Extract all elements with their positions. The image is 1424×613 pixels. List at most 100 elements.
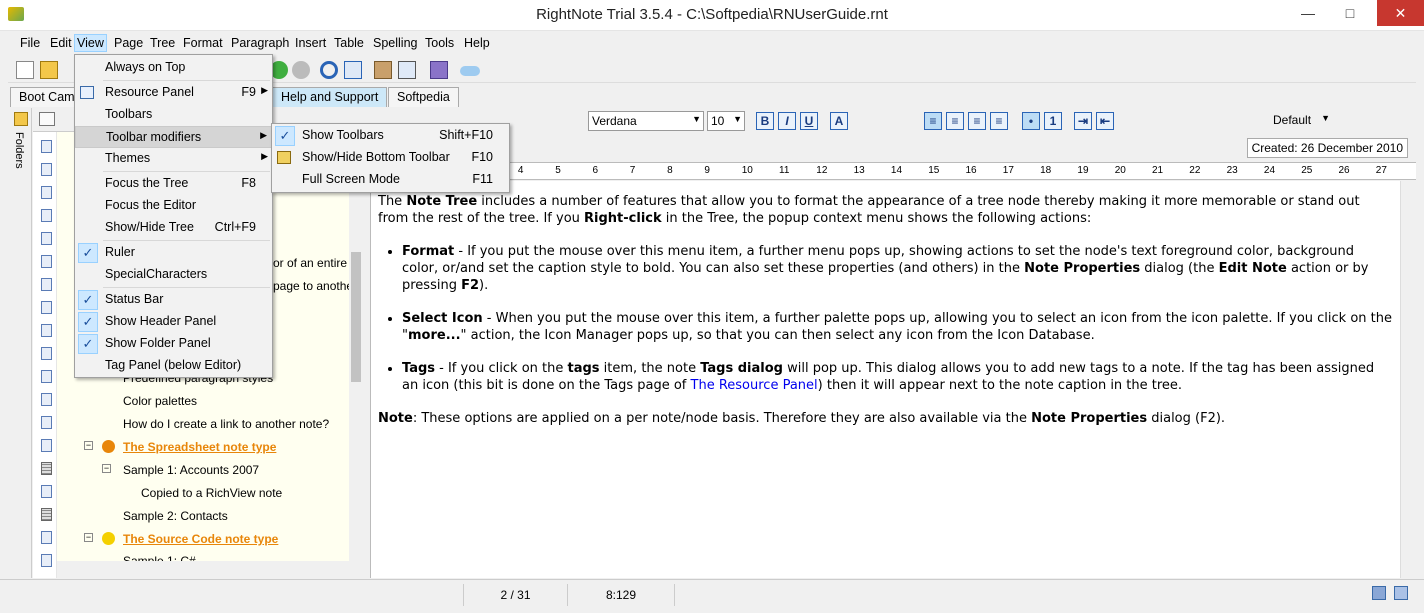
tree-node-source-code[interactable]: The Source Code note type <box>123 532 278 546</box>
menu-page[interactable]: Page <box>114 36 143 50</box>
indent-button[interactable]: ⇥ <box>1074 112 1092 130</box>
outdent-button[interactable]: ⇤ <box>1096 112 1114 130</box>
align-left-button[interactable]: ≡ <box>924 112 942 130</box>
menu-ruler[interactable]: ✓ Ruler <box>75 242 272 264</box>
menu-focus-tree[interactable]: Focus the Tree F8 <box>75 173 272 195</box>
close-icon[interactable]: ✕ <box>1377 0 1424 26</box>
tree-node[interactable]: Copied to a RichView note <box>141 486 282 500</box>
note-icon <box>41 301 52 314</box>
title-bar: RightNote Trial 3.5.4 - C:\Softpedia\RNU… <box>0 0 1424 31</box>
yellow-circle-icon <box>102 532 115 545</box>
menu-show-hide-tree[interactable]: Show/Hide Tree Ctrl+F9 <box>75 217 272 239</box>
list-item: Select Icon - When you put the mouse ove… <box>402 310 1392 344</box>
folders-label[interactable]: Folders <box>13 132 25 169</box>
font-color-button[interactable]: A <box>830 112 848 130</box>
forward-icon[interactable] <box>292 61 310 79</box>
underline-button[interactable]: U <box>800 112 818 130</box>
numbering-button[interactable]: 1 <box>1044 112 1062 130</box>
minimize-icon[interactable]: — <box>1288 0 1328 26</box>
tag-off-icon[interactable] <box>1394 586 1408 600</box>
scroll-thumb[interactable] <box>351 252 361 382</box>
menu-edit[interactable]: Edit <box>50 36 72 50</box>
editor[interactable]: The Note Tree includes a number of featu… <box>370 181 1400 578</box>
resource-panel-icon <box>80 86 94 99</box>
menu-format[interactable]: Format <box>183 36 223 50</box>
expand-icon[interactable]: − <box>84 441 93 450</box>
note-icon <box>41 416 52 429</box>
menu-resource-panel[interactable]: Resource Panel F9 ▶ <box>75 82 272 104</box>
new-note-icon[interactable] <box>16 61 34 79</box>
folder-icon[interactable] <box>14 112 28 126</box>
tag-icon[interactable] <box>430 61 448 79</box>
menu-view[interactable]: View <box>74 34 107 52</box>
tree-options-icon[interactable] <box>39 112 55 126</box>
menu-tag-panel[interactable]: Tag Panel (below Editor) <box>75 355 272 377</box>
menu-tools[interactable]: Tools <box>425 36 454 50</box>
menu-full-screen[interactable]: Full Screen Mode F11 <box>272 169 509 191</box>
ruler-tick-label: 22 <box>1189 165 1201 176</box>
checkmark-icon: ✓ <box>275 126 295 146</box>
menu-focus-editor[interactable]: Focus the Editor <box>75 195 272 217</box>
align-center-button[interactable]: ≡ <box>946 112 964 130</box>
window-title: RightNote Trial 3.5.4 - C:\Softpedia\RNU… <box>536 6 888 23</box>
tree-node-spreadsheet[interactable]: The Spreadsheet note type <box>123 440 276 454</box>
menu-toolbar-modifiers[interactable]: Toolbar modifiers ▶ <box>75 126 272 148</box>
tree-node[interactable]: Sample 2: Contacts <box>123 509 228 523</box>
menu-toolbars[interactable]: Toolbars <box>75 104 272 126</box>
ruler-tick-label: 26 <box>1338 165 1350 176</box>
menu-show-hide-bottom-toolbar[interactable]: Show/Hide Bottom Toolbar F10 <box>272 147 509 169</box>
resource-panel-link[interactable]: The Resource Panel <box>691 378 818 393</box>
menu-themes[interactable]: Themes ▶ <box>75 148 272 170</box>
note-icon <box>41 370 52 383</box>
expand-icon[interactable]: − <box>102 464 111 473</box>
tree-horizontal-scrollbar[interactable] <box>57 561 349 578</box>
ruler-tick-label: 17 <box>1002 165 1014 176</box>
expand-icon[interactable]: − <box>84 533 93 542</box>
maximize-icon[interactable]: □ <box>1330 0 1370 26</box>
menu-always-on-top[interactable]: Always on Top <box>75 57 272 79</box>
menu-file[interactable]: File <box>20 36 40 50</box>
tree-node[interactable]: How do I create a link to another note? <box>123 417 329 431</box>
tree-vertical-scrollbar[interactable] <box>349 132 363 578</box>
editor-vertical-scrollbar[interactable] <box>1400 181 1416 578</box>
tree-node[interactable]: page to anothe <box>273 279 353 293</box>
menu-status-bar[interactable]: ✓ Status Bar <box>75 289 272 311</box>
menu-paragraph[interactable]: Paragraph <box>231 36 289 50</box>
menu-show-toolbars[interactable]: ✓ Show Toolbars Shift+F10 <box>272 125 509 147</box>
search-icon[interactable] <box>320 61 338 79</box>
tab-help-and-support[interactable]: Help and Support <box>272 87 388 107</box>
menu-table[interactable]: Table <box>334 36 364 50</box>
chevron-down-icon: ▼ <box>1321 113 1330 123</box>
open-folder-icon[interactable] <box>40 61 58 79</box>
menu-insert[interactable]: Insert <box>295 36 326 50</box>
justify-button[interactable]: ≡ <box>990 112 1008 130</box>
settings-icon[interactable] <box>374 61 392 79</box>
align-right-button[interactable]: ≡ <box>968 112 986 130</box>
window-icon[interactable] <box>398 61 416 79</box>
tree-node[interactable]: Sample 1: C# <box>123 554 196 561</box>
menu-tree[interactable]: Tree <box>150 36 175 50</box>
font-combo[interactable]: Verdana ▼ <box>588 111 704 131</box>
list-item: Tags - If you click on the tags item, th… <box>402 360 1392 394</box>
folder-panel-strip: Folders <box>10 108 32 578</box>
menu-help[interactable]: Help <box>464 36 490 50</box>
menu-spelling[interactable]: Spelling <box>373 36 417 50</box>
note-icon <box>41 324 52 337</box>
bold-button[interactable]: B <box>756 112 774 130</box>
italic-button[interactable]: I <box>778 112 796 130</box>
font-size-combo[interactable]: 10 ▼ <box>707 111 745 131</box>
style-combo[interactable]: Default ▼ <box>1270 111 1332 131</box>
ruler[interactable]: 1234567891011121314151617181920212223242… <box>370 162 1416 180</box>
tag-icon[interactable] <box>1372 586 1386 600</box>
tree-node[interactable]: or of an entire <box>273 256 347 270</box>
tree-node[interactable]: Sample 1: Accounts 2007 <box>123 463 259 477</box>
tab-softpedia[interactable]: Softpedia <box>388 87 459 107</box>
tree-node[interactable]: Color palettes <box>123 394 197 408</box>
panel-icon[interactable] <box>344 61 362 79</box>
ruler-tick-label: 27 <box>1375 165 1387 176</box>
menu-show-header-panel[interactable]: ✓ Show Header Panel <box>75 311 272 333</box>
menu-special-characters[interactable]: SpecialCharacters <box>75 264 272 286</box>
bullets-button[interactable]: • <box>1022 112 1040 130</box>
cloud-icon[interactable] <box>460 66 480 76</box>
menu-show-folder-panel[interactable]: ✓ Show Folder Panel <box>75 333 272 355</box>
